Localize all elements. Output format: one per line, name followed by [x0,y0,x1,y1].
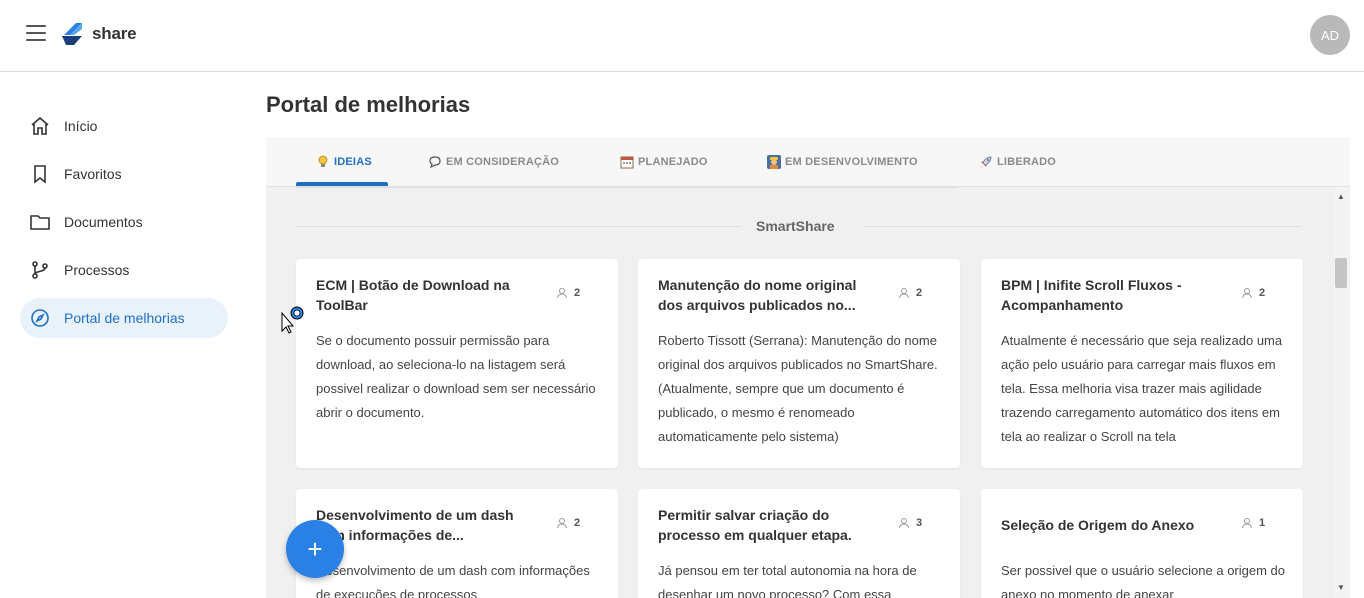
scrollbar[interactable] [1334,187,1350,598]
share-logo-icon [62,23,82,45]
tab-label: LIBERADO [997,156,1057,168]
bookmark-icon [34,165,46,184]
idea-card[interactable]: Seleção de Origem do Anexo 1 Ser possive… [981,489,1303,598]
divider [864,226,1302,227]
home-icon [31,116,49,135]
idea-card[interactable]: Permitir salvar criação do processo em q… [638,489,960,598]
tabs-bar: IDEIAS EM CONSIDERAÇÃO PLANEJADO EM DESE… [266,137,1350,187]
rocket-icon [980,156,992,168]
branch-icon [32,261,48,279]
ideas-board: SmartShare ECM | Botão de Download na To… [266,187,1334,598]
idea-description: Ser possivel que o usuário selecione a o… [1001,563,1286,598]
brand-name: share [92,24,137,43]
idea-description: Roberto Tissott (Serrana): Manutenção do… [658,333,938,444]
sidebar-item-label: Início [64,118,98,134]
sidebar-item-processos[interactable]: Processos [20,250,228,290]
idea-description: Já pensou em ter total autonomia na hora… [658,563,917,598]
person-icon [899,288,909,299]
sidebar-item-inicio[interactable]: Início [20,106,228,146]
tab-label: EM DESENVOLVIMENTO [785,156,918,168]
add-idea-button[interactable]: + [286,520,344,578]
tab-em-consideracao[interactable]: EM CONSIDERAÇÃO [428,137,559,187]
idea-description: Se o documento possuir permissão para do… [316,333,596,420]
idea-card[interactable]: Manutenção do nome original dos arquivos… [638,259,960,468]
chat-icon [429,156,441,169]
tab-label: PLANEJADO [638,156,708,168]
idea-title: Manutenção do nome original dos arquivos… [658,277,857,313]
sidebar: Início Favoritos Documentos Processos Po… [0,73,250,598]
person-icon [557,518,567,529]
divider [296,226,742,227]
person-icon [557,288,567,299]
tab-label: EM CONSIDERAÇÃO [446,156,560,168]
tab-label: IDEIAS [334,156,372,168]
person-icon [1242,288,1252,299]
vote-count: 2 [1241,287,1265,299]
sidebar-item-label: Processos [64,262,130,278]
section-title: SmartShare [756,218,835,234]
idea-description: Desenvolvimento de um dash com informaçõ… [316,563,590,598]
idea-description: Atualmente é necessário que seja realiza… [1001,333,1283,444]
vote-count: 2 [898,287,922,299]
divider [296,187,958,188]
sidebar-item-portal-de-melhorias[interactable]: Portal de melhorias [20,298,228,338]
tab-liberado[interactable]: LIBERADO [979,137,1056,187]
active-tab-indicator [296,182,388,186]
menu-icon[interactable] [26,25,46,43]
idea-card[interactable]: ECM | Botão de Download na ToolBar 2 Se … [296,259,618,468]
sidebar-item-label: Favoritos [64,166,122,182]
vote-count: 2 [556,517,580,529]
scrollbar-thumb[interactable] [1335,258,1347,288]
idea-title: Seleção de Origem do Anexo [1001,517,1195,533]
vote-count: 2 [556,287,580,299]
tab-planejado[interactable]: PLANEJADO [620,137,708,187]
idea-card[interactable]: BPM | Inifite Scroll Fluxos - Acompanham… [981,259,1303,468]
worker-icon [767,155,781,169]
person-icon [899,518,909,529]
idea-title: ECM | Botão de Download na ToolBar [316,277,510,313]
idea-title: BPM | Inifite Scroll Fluxos - Acompanham… [1001,277,1182,313]
compass-icon [31,309,49,327]
sidebar-item-label: Documentos [64,214,143,230]
vote-count: 1 [1241,517,1265,529]
scroll-up-arrow-icon[interactable]: ▲ [1337,192,1345,201]
idea-title: Desenvolvimento de um dash com informaçõ… [316,507,514,543]
person-icon [1242,518,1252,529]
sidebar-item-label: Portal de melhorias [64,310,185,326]
vote-count: 3 [898,517,922,529]
sidebar-item-documentos[interactable]: Documentos [20,202,228,242]
calendar-icon [620,156,634,169]
avatar[interactable]: AD [1310,15,1350,55]
folder-icon [30,215,50,230]
lightbulb-icon [318,155,328,167]
sidebar-item-favoritos[interactable]: Favoritos [20,154,228,194]
tab-em-desenvolvimento[interactable]: EM DESENVOLVIMENTO [767,137,918,187]
tab-ideias[interactable]: IDEIAS [316,137,372,187]
page-title: Portal de melhorias [266,92,471,117]
scroll-down-arrow-icon[interactable]: ▼ [1337,583,1345,592]
top-bar: share AD [0,0,1364,72]
idea-title: Permitir salvar criação do processo em q… [658,507,852,543]
idea-card[interactable]: Desenvolvimento de um dash com informaçõ… [296,489,618,598]
